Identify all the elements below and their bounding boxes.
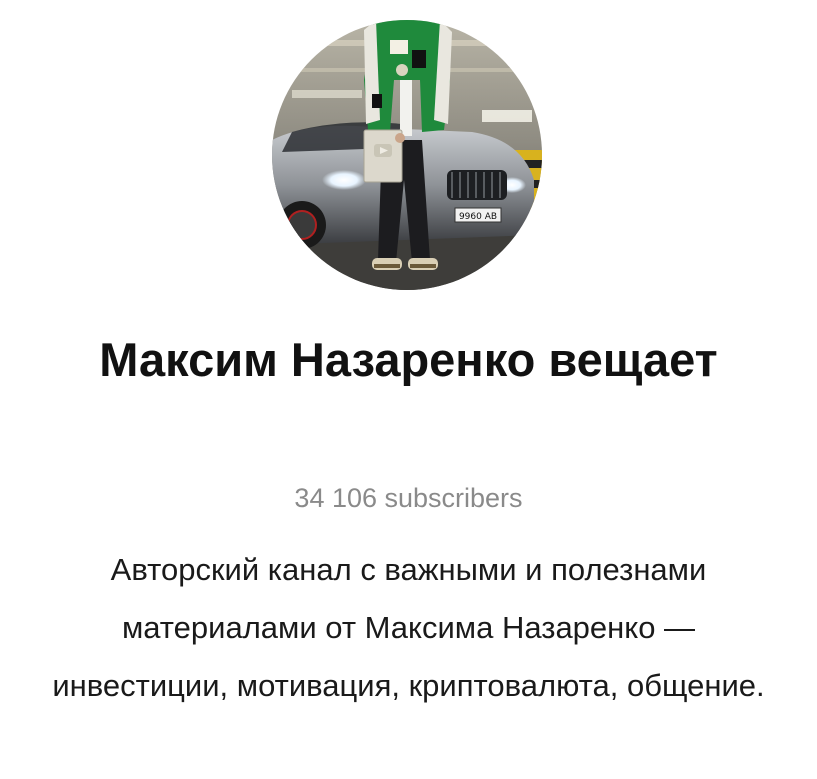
- subscriber-count: 34 106 subscribers: [294, 483, 523, 513]
- avatar-photo-icon: 9960 AB: [272, 20, 542, 290]
- channel-profile: 9960 AB Максим Назаренко вещает 34 106 s…: [0, 0, 817, 779]
- svg-text:9960 AB: 9960 AB: [459, 212, 497, 222]
- channel-avatar[interactable]: 9960 AB: [272, 20, 542, 290]
- channel-description: Авторский канал с важными и полезнами ма…: [52, 552, 765, 703]
- channel-title: Максим Назаренко вещает: [99, 333, 718, 386]
